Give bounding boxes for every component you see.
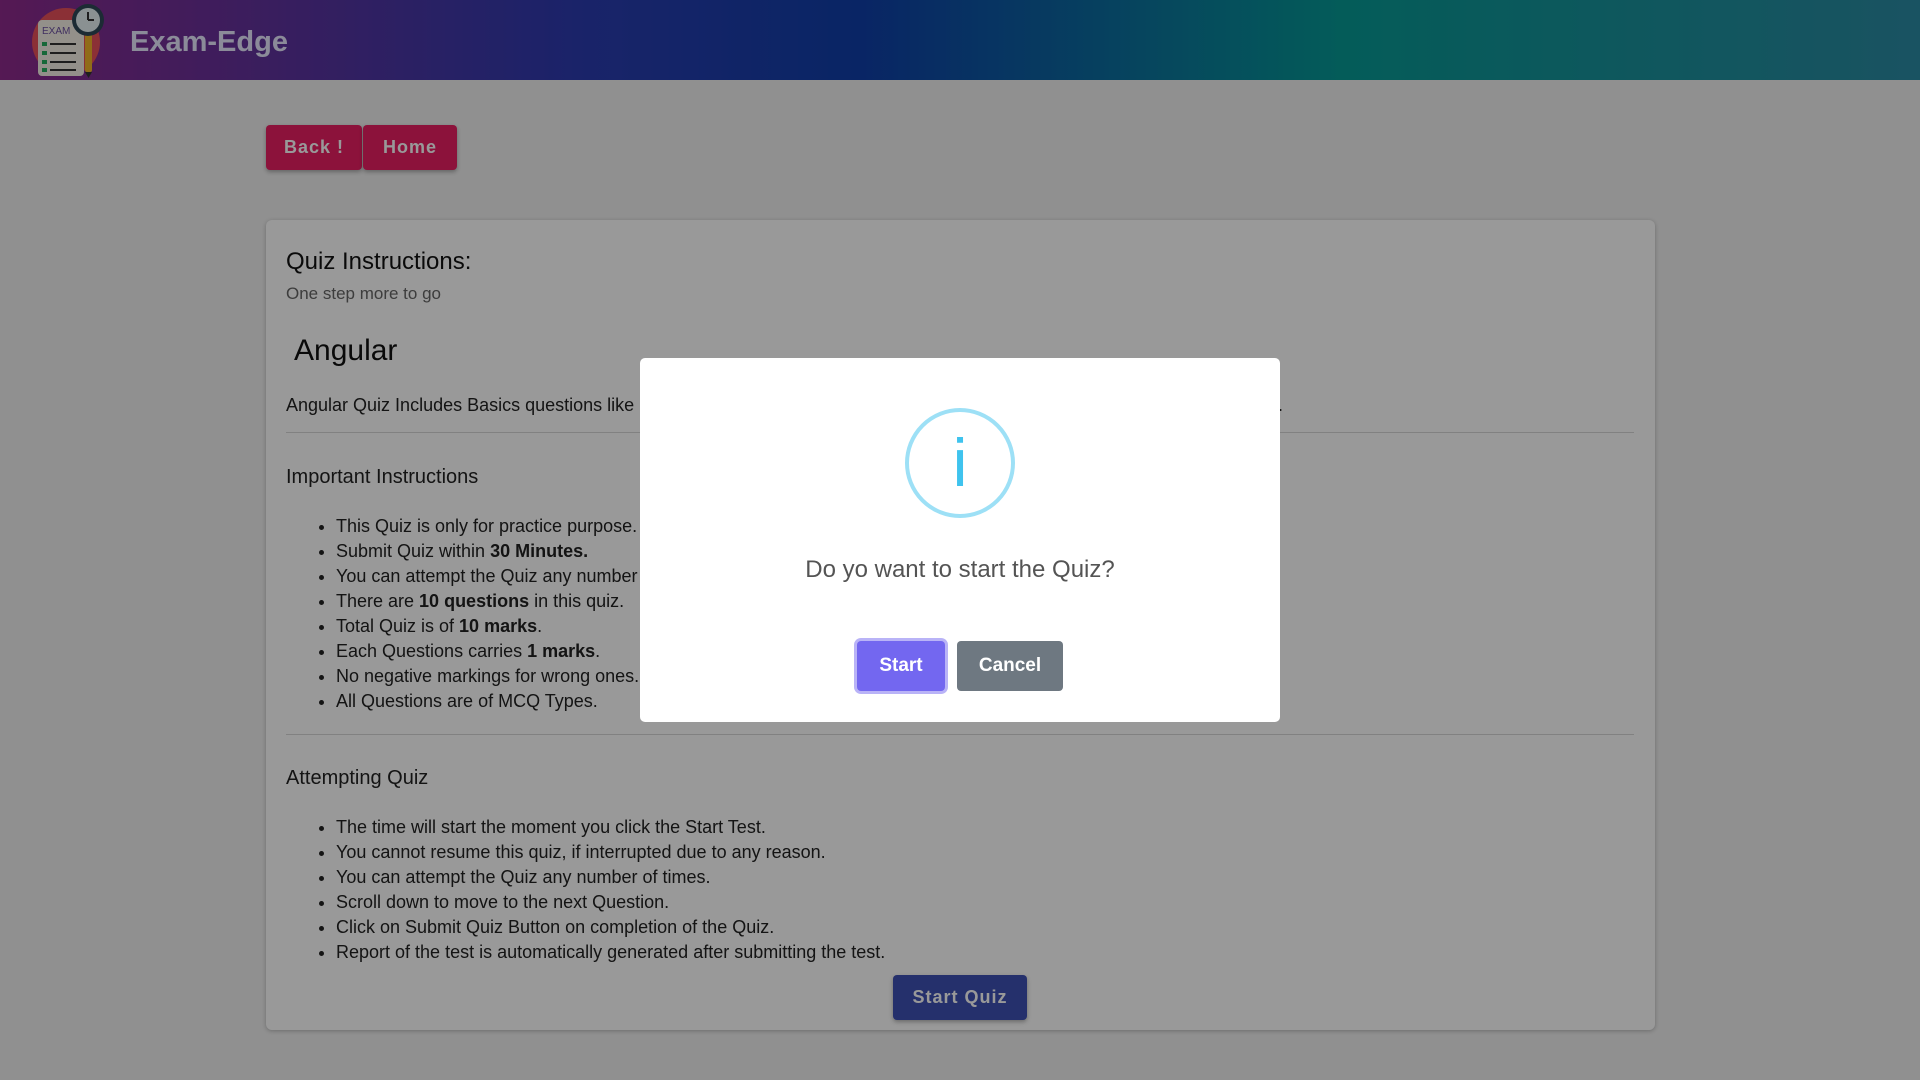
- cancel-button[interactable]: Cancel: [957, 641, 1063, 691]
- confirm-dialog: i Do yo want to start the Quiz? Start Ca…: [640, 358, 1280, 722]
- info-icon: i: [905, 408, 1015, 518]
- dialog-message: Do yo want to start the Quiz?: [805, 556, 1115, 583]
- confirm-start-button[interactable]: Start: [857, 641, 945, 691]
- info-icon-glyph: i: [952, 425, 968, 501]
